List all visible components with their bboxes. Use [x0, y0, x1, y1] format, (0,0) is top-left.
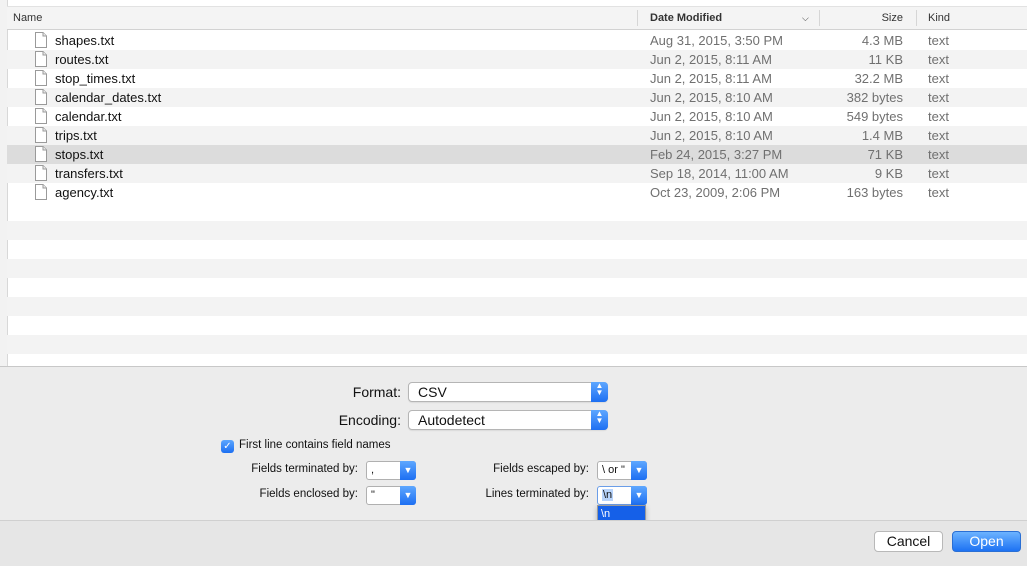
file-kind: text [928, 166, 949, 181]
file-size: 549 bytes [846, 109, 903, 124]
file-name: shapes.txt [55, 33, 115, 48]
file-date: Sep 18, 2014, 11:00 AM [650, 166, 789, 181]
updown-arrows-icon: ▲ ▼ [591, 382, 608, 402]
fields-escaped-combo[interactable]: \ or " ▼ [597, 461, 647, 480]
column-header: Name Date Modified ⌵ Size Kind [7, 6, 1027, 30]
column-size-header[interactable]: Size [827, 7, 903, 29]
encoding-label: Encoding: [338, 412, 401, 428]
file-date: Aug 31, 2015, 3:50 PM [650, 33, 783, 48]
file-size: 4.3 MB [861, 33, 903, 48]
chevron-down-icon[interactable]: ▼ [631, 486, 647, 505]
file-row[interactable]: calendar.txt Jun 2, 2015, 8:10 AM 549 byte… [7, 107, 1027, 126]
column-name-header[interactable]: Name [13, 7, 633, 29]
fields-escaped-value: \ or " [602, 464, 625, 476]
document-icon [35, 108, 47, 124]
file-size: 11 KB [868, 52, 903, 67]
fields-escaped-label: Fields escaped by: [493, 463, 589, 475]
file-size: 32.2 MB [854, 71, 903, 86]
encoding-value: Autodetect [418, 412, 485, 428]
file-row[interactable]: stops.txt Feb 24, 2015, 3:27 PM 71 KB text [7, 145, 1027, 164]
open-button[interactable]: Open [952, 531, 1021, 552]
file-name: transfers.txt [55, 166, 123, 181]
file-row[interactable]: calendar_dates.txt Jun 2, 2015, 8:10 AM 38… [7, 88, 1027, 107]
file-name: routes.txt [55, 52, 109, 67]
file-kind: text [928, 185, 949, 200]
fields-terminated-label: Fields terminated by: [251, 463, 358, 475]
file-kind: text [928, 52, 949, 67]
file-name: calendar_dates.txt [55, 90, 162, 105]
file-row[interactable]: agency.txt Oct 23, 2009, 2:06 PM 163 bytes… [7, 183, 1027, 202]
empty-row [7, 297, 1027, 316]
fields-enclosed-value: " [371, 489, 375, 501]
file-date: Jun 2, 2015, 8:11 AM [650, 71, 772, 86]
fields-terminated-value: , [371, 464, 375, 476]
encoding-select[interactable]: Autodetect ▲ ▼ [408, 410, 608, 430]
fields-enclosed-combo[interactable]: " ▼ [366, 486, 416, 505]
document-icon [35, 89, 47, 105]
cancel-button[interactable]: Cancel [874, 531, 943, 552]
empty-row [7, 259, 1027, 278]
file-kind: text [928, 128, 949, 143]
file-date: Jun 2, 2015, 8:10 AM [650, 128, 773, 143]
fields-enclosed-label: Fields enclosed by: [259, 488, 358, 500]
first-line-label: First line contains field names [239, 439, 391, 451]
fields-terminated-combo[interactable]: , ▼ [366, 461, 416, 480]
lines-terminated-combo[interactable]: \n ▼ [597, 486, 647, 505]
document-icon [35, 165, 47, 181]
file-size: 71 KB [867, 147, 903, 162]
first-line-checkbox[interactable]: ✓ [221, 440, 234, 453]
file-size: 163 bytes [846, 185, 903, 200]
document-icon [35, 184, 47, 200]
file-kind: text [928, 71, 949, 86]
file-browser: Name Date Modified ⌵ Size Kind shapes.tx… [0, 0, 1027, 367]
file-row[interactable]: trips.txt Jun 2, 2015, 8:10 AM 1.4 MB text [7, 126, 1027, 145]
file-date: Jun 2, 2015, 8:10 AM [650, 109, 773, 124]
file-name: stop_times.txt [55, 71, 136, 86]
chevron-down-icon[interactable]: ▼ [400, 461, 416, 480]
file-date: Oct 23, 2009, 2:06 PM [650, 185, 781, 200]
file-row[interactable]: stop_times.txt Jun 2, 2015, 8:11 AM 32.2 M… [7, 69, 1027, 88]
lines-terminated-value[interactable]: \n [602, 489, 614, 501]
file-row[interactable]: routes.txt Jun 2, 2015, 8:11 AM 11 KB text [7, 50, 1027, 69]
document-icon [35, 32, 47, 48]
file-date: Feb 24, 2015, 3:27 PM [650, 147, 783, 162]
button-bar [0, 520, 1027, 566]
file-kind: text [928, 147, 949, 162]
document-icon [35, 127, 47, 143]
file-row[interactable]: shapes.txt Aug 31, 2015, 3:50 PM 4.3 MB tex… [7, 31, 1027, 50]
chevron-down-icon[interactable]: ▼ [631, 461, 647, 480]
file-name: calendar.txt [55, 109, 122, 124]
file-size: 1.4 MB [861, 128, 903, 143]
document-icon [35, 146, 47, 162]
format-value: CSV [418, 384, 447, 400]
file-kind: text [928, 109, 949, 124]
file-date: Jun 2, 2015, 8:11 AM [650, 52, 772, 67]
empty-row [7, 221, 1027, 240]
sort-chevron-icon: ⌵ [802, 13, 809, 23]
updown-arrows-icon: ▲ ▼ [591, 410, 608, 430]
file-name: trips.txt [55, 128, 97, 143]
file-name: agency.txt [55, 185, 114, 200]
file-kind: text [928, 90, 949, 105]
file-date: Jun 2, 2015, 8:10 AM [650, 90, 773, 105]
format-select[interactable]: CSV ▲ ▼ [408, 382, 608, 402]
column-kind-header[interactable]: Kind [928, 7, 988, 29]
file-row[interactable]: transfers.txt Sep 18, 2014, 11:00 AM 9 KB t… [7, 164, 1027, 183]
chevron-down-icon[interactable]: ▼ [400, 486, 416, 505]
lines-terminated-label: Lines terminated by: [485, 488, 589, 500]
file-size: 9 KB [874, 166, 903, 181]
format-label: Format: [352, 384, 401, 400]
column-date-header[interactable]: Date Modified [650, 7, 800, 29]
document-icon [35, 70, 47, 86]
file-name: stops.txt [55, 147, 104, 162]
file-kind: text [928, 33, 949, 48]
file-size: 382 bytes [846, 90, 903, 105]
empty-row [7, 335, 1027, 354]
document-icon [35, 51, 47, 67]
